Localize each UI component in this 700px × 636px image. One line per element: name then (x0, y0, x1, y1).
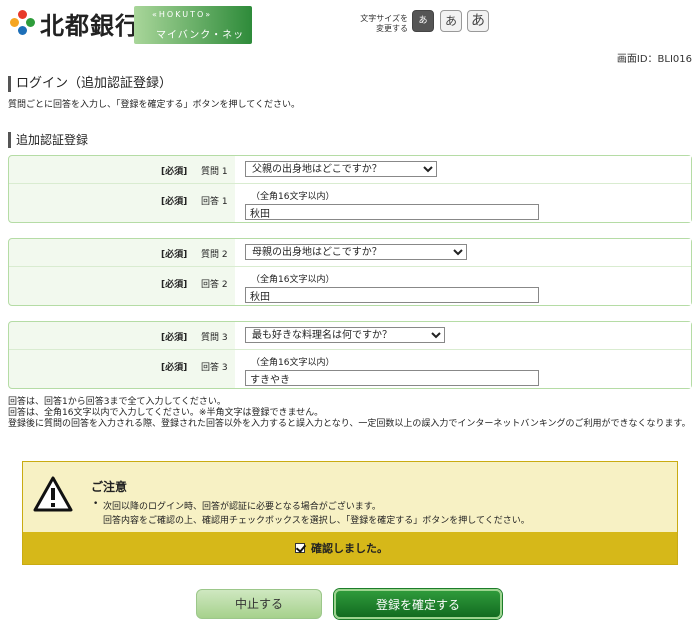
note-line: 登録後に質問の回答を入力される際、登録された回答以外を入力すると誤入力となり、一… (8, 419, 691, 429)
answer-2-input[interactable] (245, 287, 539, 303)
question-block-3: [必須] 質問 3 最も好きな料理名は何ですか？ [必須] 回答 3 （全角16… (8, 321, 692, 389)
page-title: ログイン（追加認証登録） (8, 76, 172, 92)
note-line: 回答は、回答1から回答3まで全て入力してください。 (8, 397, 226, 407)
question-1-select[interactable]: 父親の出身地はどこですか？ (245, 161, 437, 177)
confirm-checkbox[interactable] (295, 543, 305, 553)
required-badge: [必須] (161, 197, 188, 207)
cancel-button[interactable]: 中止する (196, 589, 322, 619)
note-line: 回答は、全角16文字以内で入力してください。※半角文字は登録できません。 (8, 408, 324, 418)
screen-id: 画面ID：BLI016 (616, 54, 692, 65)
required-badge: [必須] (161, 333, 188, 343)
answer-label: 回答 3 (201, 363, 228, 373)
bullet-icon: • (93, 499, 99, 509)
answer-hint: （全角16文字以内） (251, 275, 335, 285)
answer-hint: （全角16文字以内） (251, 358, 335, 368)
logo-mark-icon (10, 10, 36, 36)
answer-hint: （全角16文字以内） (251, 192, 335, 202)
font-size-label: 文字サイズを 変更する (360, 14, 408, 33)
question-label: 質問 3 (201, 333, 228, 343)
caution-title: ご注意 (91, 480, 128, 494)
caution-box: ご注意 • 次回以降のログイン時、回答が認証に必要となる場合がございます。 回答… (22, 461, 678, 565)
logo-text: 北都銀行 (40, 11, 140, 40)
caution-line-1: 次回以降のログイン時、回答が認証に必要となる場合がございます。 (103, 502, 381, 512)
required-badge: [必須] (161, 167, 188, 177)
font-size-large-button[interactable]: あ (467, 10, 489, 32)
question-label: 質問 1 (201, 167, 228, 177)
question-block-1: [必須] 質問 1 父親の出身地はどこですか？ [必須] 回答 1 （全角16文… (8, 155, 692, 223)
font-size-medium-button[interactable]: あ (440, 10, 462, 32)
required-badge: [必須] (161, 280, 188, 290)
answer-3-input[interactable] (245, 370, 539, 386)
required-badge: [必須] (161, 250, 188, 260)
question-label: 質問 2 (201, 250, 228, 260)
section-title: 追加認証登録 (8, 132, 88, 148)
logo-band: «HOKUTO» マイバンク・ネット (134, 6, 252, 56)
confirm-text: 確認しました。 (311, 542, 388, 555)
bank-logo: 北都銀行 «HOKUTO» マイバンク・ネット (6, 2, 252, 56)
confirm-bar: 確認しました。 (23, 532, 677, 564)
logo-sub-bottom: マイバンク・ネット (156, 30, 245, 56)
answer-1-input[interactable] (245, 204, 539, 220)
required-badge: [必須] (161, 363, 188, 373)
confirm-checkbox-label[interactable]: 確認しました。 (295, 540, 388, 556)
logo-sub-top: «HOKUTO» (152, 10, 213, 19)
intro-text: 質問ごとに回答を入力し、「登録を確定する」ボタンを押してください。 (8, 100, 300, 110)
question-3-select[interactable]: 最も好きな料理名は何ですか？ (245, 327, 445, 343)
question-2-select[interactable]: 母親の出身地はどこですか？ (245, 244, 467, 260)
question-block-2: [必須] 質問 2 母親の出身地はどこですか？ [必須] 回答 2 （全角16文… (8, 238, 692, 306)
notes: 回答は、回答1から回答3まで全て入力してください。 回答は、全角16文字以内で入… (8, 397, 696, 430)
answer-label: 回答 1 (201, 197, 228, 207)
warning-icon (33, 476, 73, 512)
caution-line-2: 回答内容をご確認の上、確認用チェックボックスを選択し、「登録を確定する」ボタンを… (103, 516, 530, 526)
font-size-small-button[interactable]: あ (412, 10, 434, 32)
answer-label: 回答 2 (201, 280, 228, 290)
confirm-registration-button[interactable]: 登録を確定する (334, 589, 502, 619)
